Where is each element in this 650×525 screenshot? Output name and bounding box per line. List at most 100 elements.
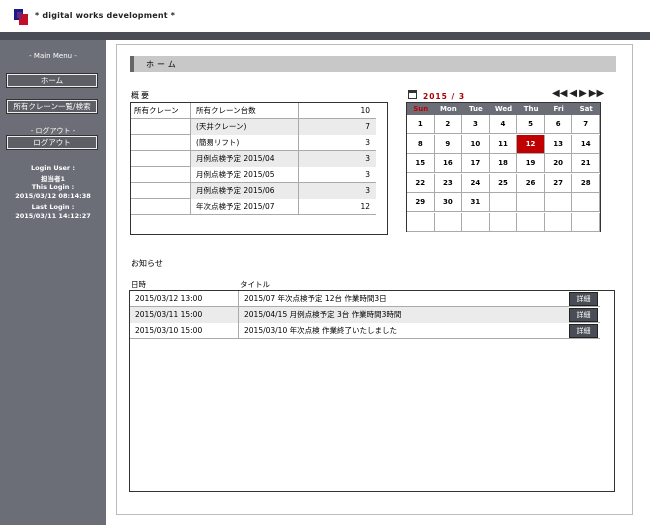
news-title: 2015/07 年次点検予定 12台 作業時間3日 <box>244 294 387 303</box>
calendar-day-cell[interactable]: 23 <box>434 173 463 193</box>
news-date: 2015/03/11 15:00 <box>130 307 239 323</box>
calendar-day-cell[interactable]: 3 <box>462 115 490 134</box>
calendar-day-cell <box>544 212 573 232</box>
calendar-day-cell[interactable]: 16 <box>434 154 463 173</box>
page-title-bar: ホーム <box>130 56 616 72</box>
calendar-day-cell[interactable]: 24 <box>462 173 490 193</box>
calendar-day-cell[interactable]: 13 <box>544 134 573 154</box>
summary-cell-c1 <box>131 119 191 135</box>
news-title: 2015/04/15 月例点検予定 3台 作業時間3時間 <box>239 307 569 323</box>
summary-cell-c3: 3 <box>365 170 370 179</box>
summary-cell-c1 <box>131 135 191 151</box>
summary-heading: 概要 <box>131 91 151 100</box>
calendar-day-cell[interactable]: 17 <box>462 154 490 173</box>
calendar-day-cell[interactable]: 10 <box>462 134 490 154</box>
last-login-value: 2015/03/11 14:12:27 <box>15 212 91 220</box>
calendar-day-cell <box>434 212 463 232</box>
calendar-day-header: Tue <box>462 103 490 115</box>
calendar-day-cell[interactable]: 29 <box>407 193 435 212</box>
calendar-day-cell[interactable]: 12 <box>517 134 545 154</box>
brand-title: * digital works development * <box>35 11 176 20</box>
news-col-title: タイトル <box>240 280 270 289</box>
calendar-day-header: Wed <box>489 103 518 115</box>
summary-row: 月例点検予定 2015/05 3 <box>131 167 376 183</box>
summary-cell-c1 <box>131 167 191 183</box>
calendar-day-cell[interactable]: 14 <box>572 134 600 154</box>
calendar-day-cell[interactable]: 20 <box>544 154 573 173</box>
next-month-icon[interactable]: ▶ <box>579 88 587 99</box>
login-user-value: 担当者1 <box>40 175 66 183</box>
summary-cell-c2: 月例点検予定 2015/05 <box>191 167 299 183</box>
calendar-day-cell[interactable]: 15 <box>407 154 435 173</box>
logout-heading: - ログアウト - <box>30 127 76 135</box>
news-detail-button[interactable]: 詳細 <box>569 324 598 338</box>
summary-cell-c3: 10 <box>360 106 370 115</box>
calendar-day-cell[interactable]: 11 <box>489 134 518 154</box>
news-date: 2015/03/12 13:00 <box>130 291 239 307</box>
summary-row: 年次点検予定 2015/07 12 <box>131 199 376 215</box>
summary-cell-c1 <box>131 151 191 167</box>
cranes-list-button[interactable]: 所有クレーン一覧/検索 <box>6 99 98 114</box>
summary-cell-c2: 月例点検予定 2015/06 <box>191 183 299 199</box>
summary-row: (天井クレーン) 7 <box>131 119 376 135</box>
calendar-day-cell <box>572 212 600 232</box>
calendar-day-cell[interactable]: 30 <box>434 193 463 212</box>
calendar-day-cell[interactable]: 5 <box>517 115 545 134</box>
calendar-day-cell[interactable]: 19 <box>517 154 545 173</box>
calendar-day-cell <box>517 212 545 232</box>
calendar-grid: Sun Mon Tue Wed Thu Fri Sat 1 2 3 4 5 6 7 8 9 10 11 12 13 14… <box>406 102 601 232</box>
header-band <box>0 32 650 40</box>
news-title: 2015/03/10 年次点検 作業終了いたしました <box>244 326 397 335</box>
summary-cell-c2: 月例点検予定 2015/04 <box>191 151 299 167</box>
prev-month-icon[interactable]: ◀ <box>569 88 577 99</box>
main-menu-heading: - Main Menu - <box>29 52 77 60</box>
summary-cell-c3: 3 <box>299 151 376 167</box>
news-detail-button[interactable]: 詳細 <box>569 292 598 306</box>
calendar-day-cell[interactable]: 22 <box>407 173 435 193</box>
summary-cell-c3: 7 <box>299 119 376 135</box>
calendar-day-cell[interactable]: 7 <box>572 115 600 134</box>
calendar-day-cell <box>517 193 545 212</box>
calendar-day-cell <box>489 193 518 212</box>
calendar-day-cell <box>489 212 518 232</box>
logo-icon <box>14 9 30 25</box>
calendar-day-cell[interactable]: 8 <box>407 134 435 154</box>
calendar-day-header: Sun <box>407 103 435 115</box>
calendar-month: 2015 / 3 <box>423 92 466 101</box>
last-month-icon[interactable]: ▶▶ <box>589 88 604 99</box>
calendar-day-header: Fri <box>544 103 573 115</box>
calendar-day-cell[interactable]: 6 <box>544 115 573 134</box>
summary-cell-c3: 12 <box>360 202 370 211</box>
top-bar: * digital works development * <box>0 0 650 32</box>
calendar-day-cell[interactable]: 4 <box>489 115 518 134</box>
calendar-day-cell[interactable]: 1 <box>407 115 435 134</box>
calendar-day-header: Thu <box>517 103 545 115</box>
summary-row: 所有クレーン 所有クレーン台数 10 <box>131 103 376 119</box>
calendar-day-cell <box>407 212 435 232</box>
logout-button[interactable]: ログアウト <box>6 135 98 150</box>
calendar-day-cell[interactable]: 31 <box>462 193 490 212</box>
calendar-day-cell <box>462 212 490 232</box>
news-date: 2015/03/10 15:00 <box>130 323 239 339</box>
calendar-day-cell[interactable]: 21 <box>572 154 600 173</box>
calendar-day-cell <box>572 193 600 212</box>
home-button[interactable]: ホーム <box>6 73 98 88</box>
summary-cell-c2: 所有クレーン台数 <box>191 103 299 119</box>
first-month-icon[interactable]: ◀◀ <box>552 88 567 99</box>
calendar-day-cell[interactable]: 25 <box>489 173 518 193</box>
this-login-value: 2015/03/12 08:14:38 <box>15 192 91 200</box>
summary-row: 月例点検予定 2015/06 3 <box>131 183 376 199</box>
calendar-day-cell[interactable]: 2 <box>434 115 463 134</box>
calendar-day-cell[interactable]: 28 <box>572 173 600 193</box>
calendar-day-cell[interactable]: 18 <box>489 154 518 173</box>
summary-cell-c1 <box>131 183 191 199</box>
summary-cell-c3: 3 <box>299 183 376 199</box>
news-detail-button[interactable]: 詳細 <box>569 308 598 322</box>
calendar-day-header: Mon <box>434 103 463 115</box>
news-heading: お知らせ <box>131 259 163 268</box>
calendar-day-cell[interactable]: 26 <box>517 173 545 193</box>
page-title: ホーム <box>146 60 179 69</box>
calendar-icon <box>408 90 417 99</box>
calendar-day-cell[interactable]: 27 <box>544 173 573 193</box>
calendar-day-cell[interactable]: 9 <box>434 134 463 154</box>
